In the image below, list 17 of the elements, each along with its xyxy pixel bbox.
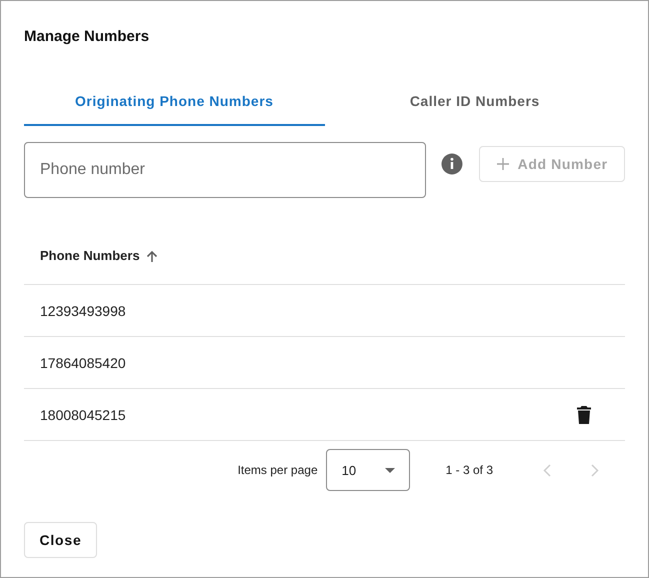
table-cell: 17864085420 xyxy=(40,354,126,370)
table-cell: 12393493998 xyxy=(40,302,126,318)
dialog-title: Manage Numbers xyxy=(24,28,150,47)
close-button[interactable]: Close xyxy=(24,522,97,558)
items-per-page-label: Items per page xyxy=(238,463,318,477)
page-size-select[interactable]: 10 xyxy=(326,449,410,491)
tab[interactable]: Caller ID Numbers xyxy=(324,78,625,126)
sort-arrow-icon[interactable] xyxy=(146,250,158,262)
page-range-label: 1 - 3 of 3 xyxy=(446,463,493,477)
tab[interactable]: Originating Phone Numbers xyxy=(24,78,324,126)
phone-number-field[interactable]: Phone number xyxy=(24,142,426,198)
dropdown-caret-icon xyxy=(384,468,395,472)
table-cell: 18008045215 xyxy=(40,406,126,422)
info-icon[interactable] xyxy=(441,153,464,175)
column-header[interactable]: Phone Numbers xyxy=(40,248,140,263)
trash-icon[interactable] xyxy=(577,406,591,424)
plus-icon xyxy=(496,158,509,170)
